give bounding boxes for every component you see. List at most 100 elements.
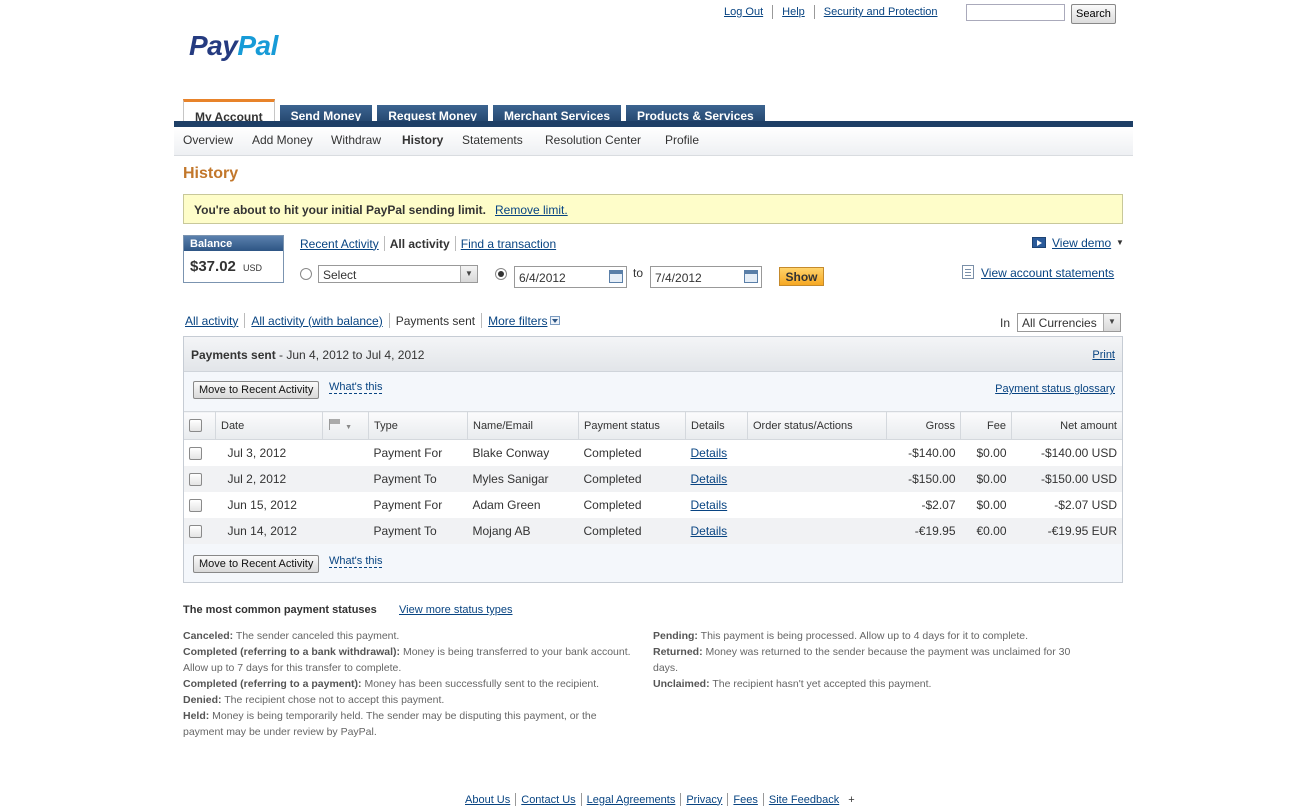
filter-all-with-balance[interactable]: All activity (with balance) (251, 314, 382, 328)
footer-about-us[interactable]: About Us (465, 794, 510, 806)
logout-link[interactable]: Log Out (724, 6, 763, 18)
view-more-status-link[interactable]: View more status types (399, 604, 513, 616)
sending-limit-alert: You're about to hit your initial PayPal … (183, 194, 1123, 224)
name-cell: Myles Sanigar (467, 466, 579, 492)
paypal-logo[interactable]: PayPal (189, 30, 278, 62)
more-filters-link[interactable]: More filters (488, 314, 547, 328)
status-text: The recipient hasn't yet accepted this p… (709, 678, 932, 690)
details-link[interactable]: Details (691, 472, 728, 486)
whats-this-link[interactable]: What's this (329, 381, 383, 394)
status-definition: Unclaimed: The recipient hasn't yet acce… (653, 676, 1098, 692)
from-date-value: 6/4/2012 (519, 271, 566, 285)
gross-cell: -$140.00 (908, 446, 956, 460)
help-link[interactable]: Help (782, 6, 805, 18)
details-cell: Details (686, 440, 748, 467)
dropdown-icon[interactable] (550, 316, 561, 325)
date-range-radio[interactable] (495, 268, 507, 280)
subnav-overview[interactable]: Overview (183, 133, 233, 147)
find-transaction-link[interactable]: Find a transaction (461, 237, 556, 251)
footer-contact-us[interactable]: Contact Us (521, 794, 575, 806)
filter-type-select[interactable]: Select ▼ (318, 265, 478, 283)
gross-header[interactable]: Gross (886, 411, 961, 440)
status-cell: Completed (578, 466, 686, 492)
from-date-field[interactable]: 6/4/2012 (514, 266, 627, 288)
status-term: Held: (183, 710, 210, 722)
row-checkbox[interactable] (189, 525, 202, 539)
select-all-checkbox[interactable] (189, 419, 202, 432)
fee-header[interactable]: Fee (960, 411, 1012, 440)
net-cell: -$140.00 USD (1040, 446, 1117, 460)
flag-header[interactable]: ▼ (322, 411, 369, 440)
subnav-add-money[interactable]: Add Money (252, 133, 313, 147)
row-checkbox[interactable] (189, 447, 202, 461)
whats-this-link-bottom[interactable]: What's this (329, 555, 383, 568)
order-cell (748, 492, 887, 518)
currency-select[interactable]: All Currencies ▼ (1017, 313, 1121, 332)
remove-limit-link[interactable]: Remove limit. (495, 203, 568, 217)
divider (454, 236, 456, 251)
print-link[interactable]: Print (1092, 349, 1115, 361)
move-to-recent-button[interactable]: Move to Recent Activity (193, 381, 320, 399)
fee-cell: $0.00 (960, 466, 1012, 492)
date-header[interactable]: Date (215, 411, 323, 440)
date-cell: Jul 2, 2012 (215, 466, 323, 492)
table-row: Jul 3, 2012 Payment For Blake Conway Com… (184, 440, 1122, 467)
subnav-resolution-center[interactable]: Resolution Center (545, 133, 641, 147)
move-to-recent-button-bottom[interactable]: Move to Recent Activity (193, 555, 320, 573)
payment-glossary-link[interactable]: Payment status glossary (995, 383, 1115, 395)
name-header[interactable]: Name/Email (467, 411, 579, 440)
details-link[interactable]: Details (691, 498, 728, 512)
security-link[interactable]: Security and Protection (824, 6, 938, 18)
status-term: Canceled: (183, 630, 234, 642)
subnav-statements[interactable]: Statements (462, 133, 523, 147)
row-select-cell (184, 492, 216, 518)
status-header[interactable]: Payment status (578, 411, 686, 440)
to-date-field[interactable]: 7/4/2012 (650, 266, 762, 288)
status-term: Completed (referring to a payment): (183, 678, 362, 690)
footer-site-feedback[interactable]: Site Feedback (769, 794, 839, 806)
type-header[interactable]: Type (368, 411, 468, 440)
select-value: Select (323, 268, 357, 282)
search-button[interactable]: Search (1071, 4, 1116, 24)
details-header: Details (685, 411, 748, 440)
flag-cell (323, 492, 369, 518)
status-text: Money was returned to the sender because… (653, 646, 1071, 674)
row-checkbox[interactable] (189, 473, 202, 487)
row-checkbox[interactable] (189, 499, 202, 513)
details-link[interactable]: Details (691, 524, 728, 538)
calendar-icon[interactable] (609, 270, 623, 283)
footer-privacy[interactable]: Privacy (686, 794, 722, 806)
table-row: Jun 14, 2012 Payment To Mojang AB Comple… (184, 518, 1122, 544)
transactions-table: Date ▼ Type Name/Email Payment status De… (184, 411, 1122, 544)
view-demo-link[interactable]: View demo (1052, 236, 1111, 250)
footer-links: About Us Contact Us Legal Agreements Pri… (465, 793, 855, 806)
subnav-history[interactable]: History (402, 133, 443, 147)
net-header[interactable]: Net amount (1011, 411, 1122, 440)
type-cell: Payment For (373, 446, 443, 460)
feedback-plus-icon[interactable]: + (848, 794, 854, 806)
status-definition: Canceled: The sender canceled this payme… (183, 628, 638, 644)
subnav-profile[interactable]: Profile (665, 133, 699, 147)
filter-type-radio[interactable] (300, 268, 312, 280)
view-statements-link[interactable]: View account statements (981, 266, 1114, 280)
calendar-icon[interactable] (744, 270, 758, 283)
status-definition: Held: Money is being temporarily held. T… (183, 708, 638, 740)
flag-cell (323, 440, 369, 467)
subnav-withdraw[interactable]: Withdraw (331, 133, 381, 147)
search-input[interactable] (966, 4, 1065, 21)
chevron-down-icon: ▼ (460, 266, 477, 282)
balance-box: Balance $37.02 USD (183, 235, 284, 283)
filter-all-activity[interactable]: All activity (185, 314, 238, 328)
flag-icon (328, 419, 342, 430)
logo-pay: Pay (189, 30, 238, 61)
recent-activity-link[interactable]: Recent Activity (300, 237, 379, 251)
status-definition: Returned: Money was returned to the send… (653, 644, 1098, 676)
details-link[interactable]: Details (691, 446, 728, 460)
show-button[interactable]: Show (779, 267, 824, 286)
footer-legal[interactable]: Legal Agreements (587, 794, 676, 806)
table-row: Jul 2, 2012 Payment To Myles Sanigar Com… (184, 466, 1122, 492)
gross-cell: -$2.07 (921, 498, 956, 512)
row-select-cell (184, 440, 216, 467)
gross-cell: -$150.00 (886, 466, 961, 492)
footer-fees[interactable]: Fees (733, 794, 757, 806)
